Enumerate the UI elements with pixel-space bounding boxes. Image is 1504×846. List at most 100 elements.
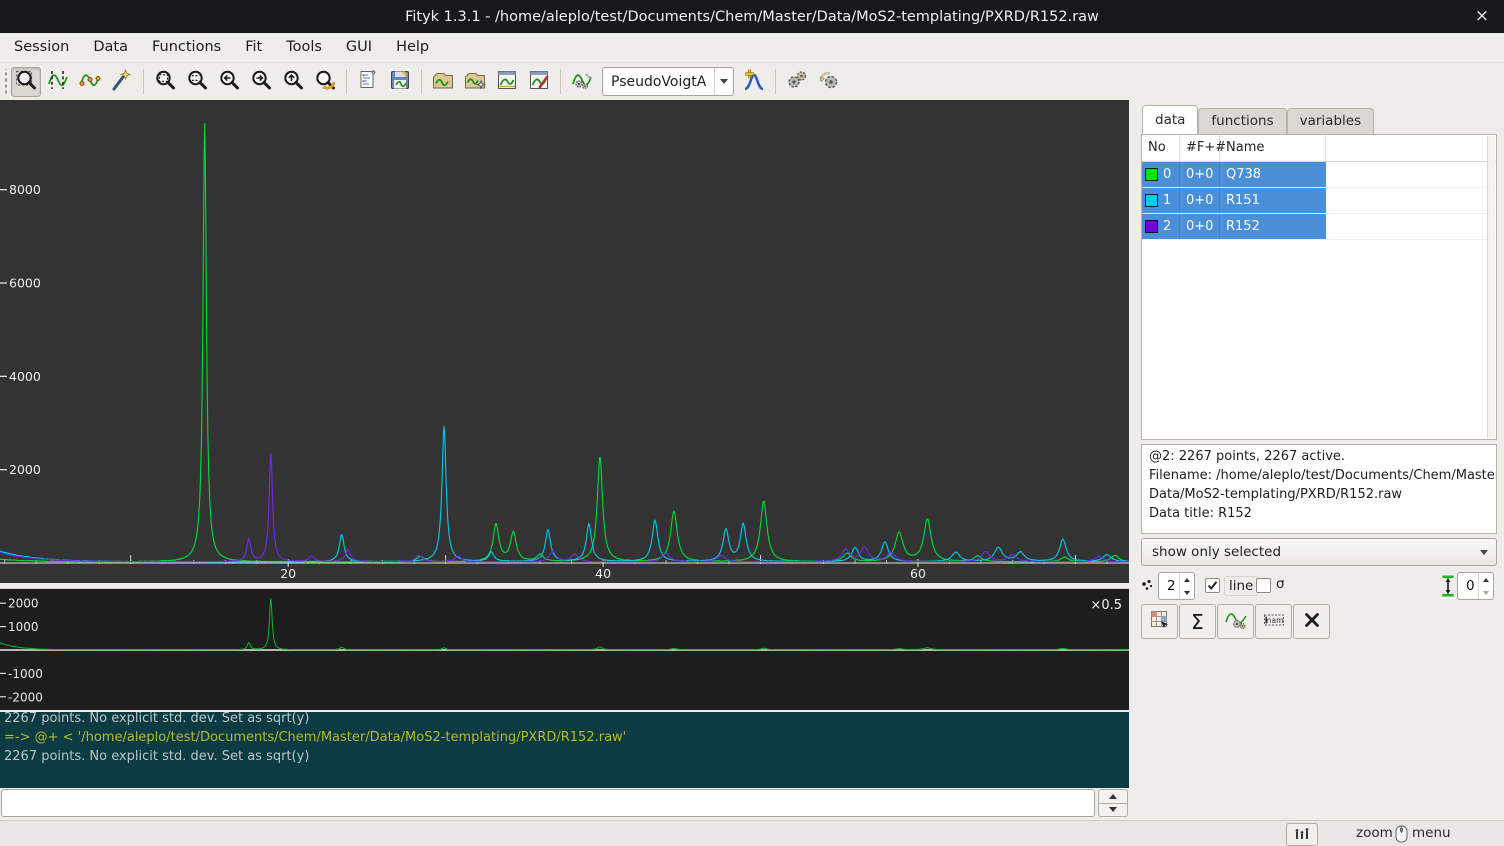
fit-run-button[interactable] <box>782 67 812 97</box>
aux-y-axis-tick-label: 2000 <box>8 597 39 611</box>
dataset-row-R151[interactable]: 10+0R151 <box>1142 188 1496 214</box>
shift-spinner[interactable]: 0 <box>1457 572 1494 600</box>
dataset-row-Q738[interactable]: 00+0Q738 <box>1142 162 1496 188</box>
shift-up[interactable] <box>1479 573 1493 586</box>
column-header-ff[interactable]: #F+# <box>1180 135 1220 161</box>
menu-gui[interactable]: GUI <box>334 33 384 62</box>
zoom-left-button[interactable] <box>214 67 244 97</box>
save-data-button[interactable] <box>492 67 522 97</box>
auxiliary-plot[interactable]: 20001000-1000-2000×0.5 <box>0 588 1129 710</box>
output-console: 2267 points. No explicit std. dev. Set a… <box>0 712 1129 788</box>
zoom-up-button[interactable] <box>278 67 308 97</box>
close-button[interactable]: × <box>1470 4 1494 28</box>
menu-data[interactable]: Data <box>81 33 140 62</box>
keypad-icon <box>1292 825 1312 845</box>
mouse-left-hint: zoom <box>1356 825 1393 841</box>
line-checkbox-label[interactable]: line <box>1224 576 1258 596</box>
zoom-right-button[interactable] <box>246 67 276 97</box>
y-axis-tick-label: 2000 <box>9 462 41 477</box>
rename-icon: Inam <box>1262 608 1286 636</box>
auto-add-peak-button[interactable] <box>739 67 769 97</box>
mode-data-range-button[interactable] <box>43 67 73 97</box>
dataset-color-swatch <box>1145 194 1158 207</box>
line-checkbox[interactable] <box>1205 578 1220 593</box>
status-options-button[interactable] <box>1286 823 1318 846</box>
tab-variables[interactable]: variables <box>1287 108 1375 134</box>
toolbar-grip[interactable] <box>2 69 10 95</box>
zoom-all-icon <box>153 68 177 96</box>
dataset-grid-button[interactable] <box>1141 604 1178 639</box>
peak-type-dropdown[interactable]: PseudoVoigtA <box>602 67 734 96</box>
tab-data[interactable]: data <box>1142 105 1198 134</box>
peak-type-value: PseudoVoigtA <box>603 74 714 90</box>
history-down-button[interactable] <box>1098 804 1128 818</box>
rename-dataset-button[interactable]: Inam <box>1255 604 1292 639</box>
dataset-list-scrollbar[interactable] <box>1487 136 1495 438</box>
save-session-button[interactable] <box>385 67 415 97</box>
zoom-up-icon <box>281 68 305 96</box>
show-only-selected-dropdown[interactable]: show only selected <box>1141 538 1497 566</box>
aux-series-residual <box>0 598 1129 650</box>
chevron-down-icon <box>1472 550 1496 555</box>
title-bar: Fityk 1.3.1 - /home/aleplo/test/Document… <box>0 0 1504 33</box>
edit-data-button[interactable] <box>524 67 554 97</box>
zoom-vertically-button[interactable] <box>182 67 212 97</box>
column-header-name[interactable]: Name <box>1220 135 1326 161</box>
auxiliary-plot-canvas[interactable]: 20001000-1000-2000×0.5 <box>0 589 1129 710</box>
point-size-down[interactable] <box>1180 586 1194 599</box>
check-icon <box>1207 580 1218 591</box>
session-log-button[interactable] <box>353 67 383 97</box>
command-history-spinner[interactable] <box>1098 789 1128 817</box>
menu-tools[interactable]: Tools <box>274 33 334 62</box>
y-axis-tick-label: 8000 <box>9 182 41 197</box>
dataset-color-swatch <box>1145 220 1158 233</box>
dataset-info-line: Filename: /home/aleplo/test/Documents/Ch… <box>1149 466 1489 485</box>
mode-baseline-icon <box>78 68 102 96</box>
splitter[interactable] <box>1129 100 1136 820</box>
main-plot-canvas[interactable]: 2040602000400060008000 <box>0 100 1129 583</box>
sum-datasets-button[interactable]: Σ <box>1179 604 1216 639</box>
mode-add-peak-button[interactable] <box>107 67 137 97</box>
mode-baseline-button[interactable] <box>75 67 105 97</box>
load-file-button[interactable] <box>428 67 458 97</box>
main-plot[interactable]: 2040602000400060008000 <box>0 100 1129 583</box>
delete-dataset-button[interactable] <box>1293 604 1330 639</box>
point-size-spinner[interactable]: 2 <box>1158 572 1195 600</box>
aux-y-axis-tick-label: -1000 <box>8 667 43 681</box>
plot-export-icon <box>527 68 551 96</box>
sigma-checkbox-label[interactable]: σ <box>1276 576 1285 592</box>
menu-fit[interactable]: Fit <box>233 33 274 62</box>
dataset-info-line: @2: 2267 points, 2267 active. <box>1149 447 1489 466</box>
sigma-checkbox[interactable] <box>1256 578 1271 593</box>
mouse-right-hint: menu <box>1412 825 1451 841</box>
zoom-undo-icon <box>313 68 337 96</box>
tab-functions[interactable]: functions <box>1198 108 1286 134</box>
shift-down[interactable] <box>1479 586 1493 599</box>
load-file-custom-button[interactable] <box>460 67 490 97</box>
dataset-row-R152[interactable]: 20+0R152 <box>1142 214 1496 240</box>
menu-help[interactable]: Help <box>384 33 441 62</box>
previous-zoom-button[interactable] <box>310 67 340 97</box>
mode-range-icon <box>46 68 70 96</box>
menu-functions[interactable]: Functions <box>140 33 233 62</box>
column-header-no[interactable]: No <box>1142 135 1180 161</box>
toolbar-separator <box>421 69 422 94</box>
aux-y-axis-tick-label: -2000 <box>8 690 43 704</box>
fit-undo-button[interactable] <box>814 67 844 97</box>
script-icon <box>356 68 380 96</box>
merge-datasets-button[interactable] <box>1217 604 1254 639</box>
plot-controls: 2 line σ 0 <box>1136 572 1504 600</box>
data-transform-button[interactable] <box>567 67 597 97</box>
zoom-all-button[interactable] <box>150 67 180 97</box>
mode-zoom-button[interactable] <box>11 67 41 97</box>
chevron-down-icon <box>714 68 733 95</box>
menu-session[interactable]: Session <box>2 33 81 62</box>
dataset-name: Q738 <box>1220 162 1326 187</box>
dataset-color-and-number: 1 <box>1142 188 1180 213</box>
toolbar-separator <box>560 69 561 94</box>
command-input[interactable] <box>1 789 1095 817</box>
load-data-icon <box>431 68 455 96</box>
dataset-list-header: No #F+# Name <box>1142 135 1496 162</box>
history-up-button[interactable] <box>1098 789 1128 804</box>
point-size-up[interactable] <box>1180 573 1194 586</box>
